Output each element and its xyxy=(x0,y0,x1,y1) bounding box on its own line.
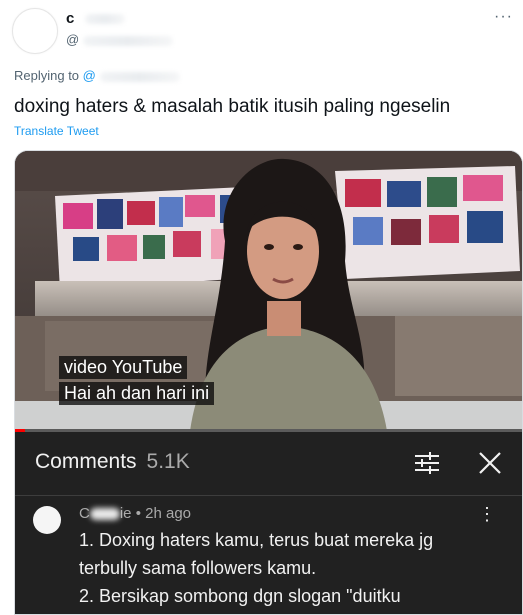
commenter-avatar[interactable] xyxy=(33,506,61,534)
sort-icon[interactable] xyxy=(413,450,441,476)
comment-menu-icon[interactable]: ⋮ xyxy=(478,504,496,525)
tweet-text: doxing haters & masalah batik itusih pal… xyxy=(14,96,451,117)
reply-mention[interactable]: @ xyxy=(83,68,180,83)
author-name[interactable]: c xyxy=(66,10,125,27)
close-icon[interactable] xyxy=(477,450,503,476)
media-attachment[interactable]: video YouTube Hai ah dan hari ini Commen… xyxy=(14,150,523,615)
translate-link[interactable]: Translate Tweet xyxy=(14,124,99,138)
comments-divider xyxy=(15,495,522,496)
author-avatar[interactable] xyxy=(12,8,58,54)
reply-mention-text[interactable]: @ xyxy=(83,68,96,83)
comments-title: Comments xyxy=(35,450,137,473)
comment-author-text[interactable]: ie xyxy=(120,505,132,522)
comment-time: • 2h ago xyxy=(135,505,192,522)
blurred-commenter-name xyxy=(89,508,120,521)
author-name-text[interactable]: c xyxy=(66,10,74,27)
comment-line-1: 1. Doxing haters kamu, terus buat mereka… xyxy=(79,530,434,550)
blurred-handle xyxy=(82,35,173,46)
comments-count: 5.1K xyxy=(146,450,190,473)
video-caption-line-2: Hai ah dan hari ini xyxy=(59,382,215,405)
comment-author[interactable]: Cie • 2h ago xyxy=(79,505,191,522)
comment-line-3: 2. Bersikap sombong dgn slogan "duitku xyxy=(79,586,401,606)
replying-to: Replying to @ xyxy=(14,68,180,83)
comment-line-2: terbully sama followers kamu. xyxy=(79,558,317,578)
more-icon[interactable]: ··· xyxy=(494,8,513,26)
comment-author-prefix[interactable]: C xyxy=(79,505,90,522)
blurred-name xyxy=(84,14,125,25)
video-caption-line-1: video YouTube xyxy=(59,356,188,379)
author-handle-text[interactable]: @ xyxy=(66,32,79,47)
blurred-mention xyxy=(99,71,180,82)
comments-header: Comments 5.1K xyxy=(35,450,190,474)
comments-panel: Comments 5.1K Cie • 2h ago ⋮ 1. Doxing h… xyxy=(15,432,522,614)
author-handle[interactable]: @ xyxy=(66,32,173,47)
replying-label: Replying to xyxy=(14,68,80,83)
